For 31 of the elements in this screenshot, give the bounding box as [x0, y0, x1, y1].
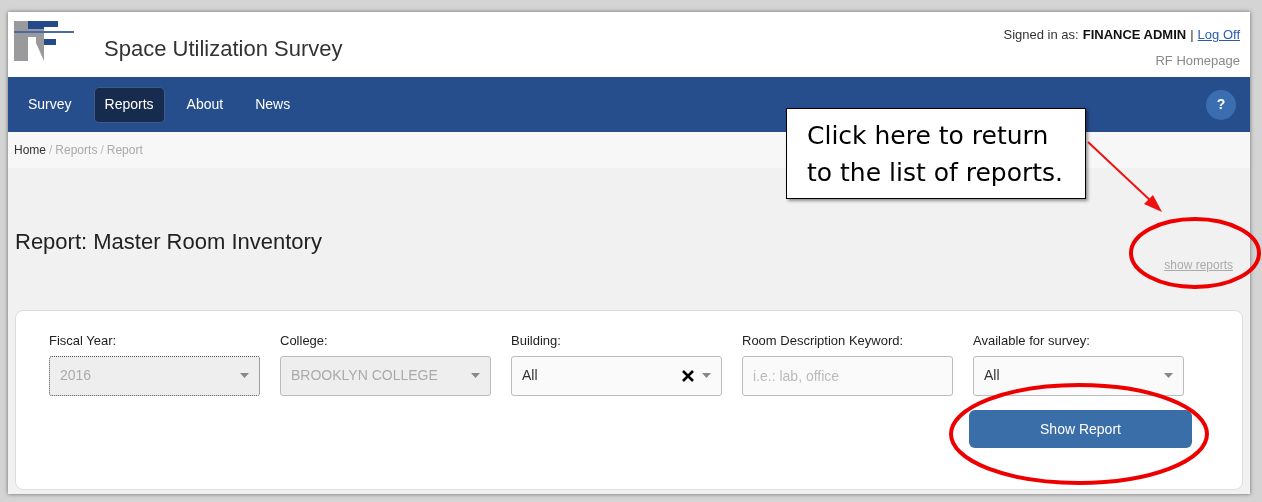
nav-tab[interactable]: Reports [93, 86, 165, 123]
field-label: Fiscal Year: [49, 332, 118, 350]
field-label: Available for survey: [973, 332, 1091, 350]
select-field[interactable]: All [511, 355, 722, 396]
user-name: FINANCE ADMIN [1082, 26, 1187, 44]
show-report-button[interactable]: Show Report [969, 410, 1192, 448]
caret-icon [1164, 373, 1173, 378]
page-title: Report: Master Room Inventory [15, 228, 322, 256]
homepage-link[interactable]: RF Homepage [1155, 50, 1240, 70]
callout-box: Click here to return to the list of reports. [786, 108, 1086, 199]
log-off-link[interactable]: Log Off [1197, 25, 1240, 45]
breadcrumb-separator: / [100, 142, 104, 159]
select-field[interactable]: All [973, 355, 1184, 396]
breadcrumb-separator: / [49, 142, 53, 159]
field-label: College: [280, 332, 329, 350]
caret-icon [240, 373, 249, 378]
caret-icon [471, 373, 480, 378]
nav-tab[interactable]: News [245, 86, 301, 123]
clear-icon[interactable] [682, 369, 694, 382]
keyword-field[interactable]: i.e.: lab, office [742, 355, 953, 396]
separator: | [1190, 26, 1194, 44]
site-title: Space Utilization Survey [104, 35, 343, 63]
logo-icon [14, 21, 74, 61]
nav-tab[interactable]: Survey [18, 86, 82, 123]
field-label: Building: [511, 332, 562, 350]
help-button[interactable]: ? [1206, 89, 1236, 120]
field-label: Room Description Keyword: [742, 332, 905, 350]
nav-tab[interactable]: About [176, 86, 234, 123]
breadcrumb-link[interactable]: Home [14, 141, 46, 159]
caret-icon [702, 373, 711, 378]
signed-in-label: Signed in as: [1003, 26, 1079, 44]
